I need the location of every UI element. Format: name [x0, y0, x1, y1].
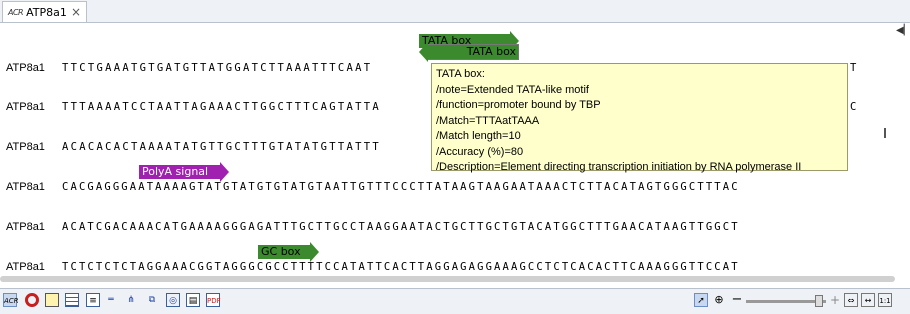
graphical-icon[interactable]	[45, 293, 59, 307]
annotation-polya-signal[interactable]: PolyA signal	[139, 162, 229, 182]
vertical-scrollbar[interactable]	[884, 128, 886, 138]
restriction-icon[interactable]: ═	[104, 293, 118, 307]
close-icon[interactable]: ×	[71, 5, 81, 19]
history-icon[interactable]: ⧉	[145, 293, 159, 307]
fit-width-icon[interactable]: ⇔	[844, 293, 858, 307]
sequence-text: CACGAGGGAATAAAAGTATGTATGTGTATGTAATTGTTTC…	[62, 181, 740, 193]
fit-all-icon[interactable]: ↔	[861, 293, 875, 307]
sequence-text: TTTAAAATCCTAATTAGAAACTTGGCTTTCAGTATTA	[62, 101, 381, 113]
tooltip-function: /function=promoter bound by TBP	[436, 99, 601, 111]
sequence-text: ACACACACTAAAATATGTTGCTTTGTATATGTTATTT	[62, 141, 381, 153]
sequence-name: ATP8a1	[6, 62, 45, 74]
sequence-row[interactable]: ATP8a1 ACATCGACAAACATGAAAAGGGAGATTTGCTTG…	[0, 221, 880, 237]
tooltip-accuracy: /Accuracy (%)=80	[436, 145, 524, 158]
sequence-view-icon[interactable]: ACR	[3, 293, 19, 307]
sequence-name: ATP8a1	[6, 181, 45, 193]
export-icon[interactable]: PDF	[206, 293, 221, 307]
record-icon[interactable]	[25, 293, 39, 307]
sequence-name: ATP8a1	[6, 141, 45, 153]
primer-icon[interactable]: ⋔	[124, 293, 138, 307]
tab-title: ATP8a1	[26, 5, 67, 19]
sequence-text-tail: C	[850, 101, 857, 113]
tooltip-title: TATA box:	[436, 68, 485, 80]
tooltip-match: /Match=TTTAatTAAA	[436, 114, 540, 127]
sequence-text: TTCTGAAATGTGATGTTATGGATCTTAAATTTCAAT	[62, 62, 373, 74]
zoom-slider[interactable]	[746, 300, 826, 303]
annotation-gc-box[interactable]: GC box	[258, 242, 319, 262]
zoom-100-icon[interactable]: 1:1	[878, 293, 892, 307]
structure-icon[interactable]: ◎	[166, 293, 180, 307]
collapse-side-panel-icon[interactable]: ◀▏	[896, 25, 910, 36]
annotation-tooltip: TATA box: /note=Extended TATA-like motif…	[431, 63, 848, 173]
pointer-icon[interactable]: ➚	[694, 293, 708, 307]
sequence-name: ATP8a1	[6, 101, 45, 113]
horizontal-scrollbar[interactable]	[0, 272, 895, 286]
tab-atp8a1[interactable]: ACR ATP8a1 ×	[2, 1, 87, 22]
annotation-tata-box-reverse[interactable]: TATA box	[419, 42, 519, 62]
zoom-plus-icon[interactable]: +	[828, 293, 842, 307]
side-panel-strip: ◀▏	[880, 23, 910, 273]
sequence-view[interactable]: TATA box TATA box PolyA signal GC box AT…	[0, 23, 880, 273]
text-icon[interactable]: ≡	[86, 293, 100, 307]
zoom-in-icon[interactable]: ⊕	[712, 293, 726, 307]
table-icon[interactable]	[65, 293, 79, 307]
sequence-icon: ACR	[8, 7, 24, 17]
zoom-slider-knob[interactable]	[815, 295, 823, 307]
tooltip-note: /note=Extended TATA-like motif	[436, 83, 589, 96]
bottom-toolbar: ACR ≡ ═ ⋔ ⧉ ◎ ▤ PDF ➚ ⊕ − + ⇔ ↔ 1:1	[0, 288, 910, 314]
zoom-minus-icon[interactable]: −	[730, 293, 744, 307]
sequence-text-tail: T	[850, 62, 857, 74]
sequence-text: ACATCGACAAACATGAAAAGGGAGATTTGCTTGCCTAAGG…	[62, 221, 740, 233]
tooltip-description: /Description=Element directing transcrip…	[436, 161, 802, 173]
tab-bar: ACR ATP8a1 ×	[0, 0, 910, 23]
horizontal-scroll-thumb[interactable]	[0, 276, 895, 282]
document-icon[interactable]: ▤	[186, 293, 200, 307]
tooltip-match-length: /Match length=10	[436, 130, 521, 142]
sequence-name: ATP8a1	[6, 221, 45, 233]
sequence-row[interactable]: ATP8a1 CACGAGGGAATAAAAGTATGTATGTGTATGTAA…	[0, 181, 880, 197]
